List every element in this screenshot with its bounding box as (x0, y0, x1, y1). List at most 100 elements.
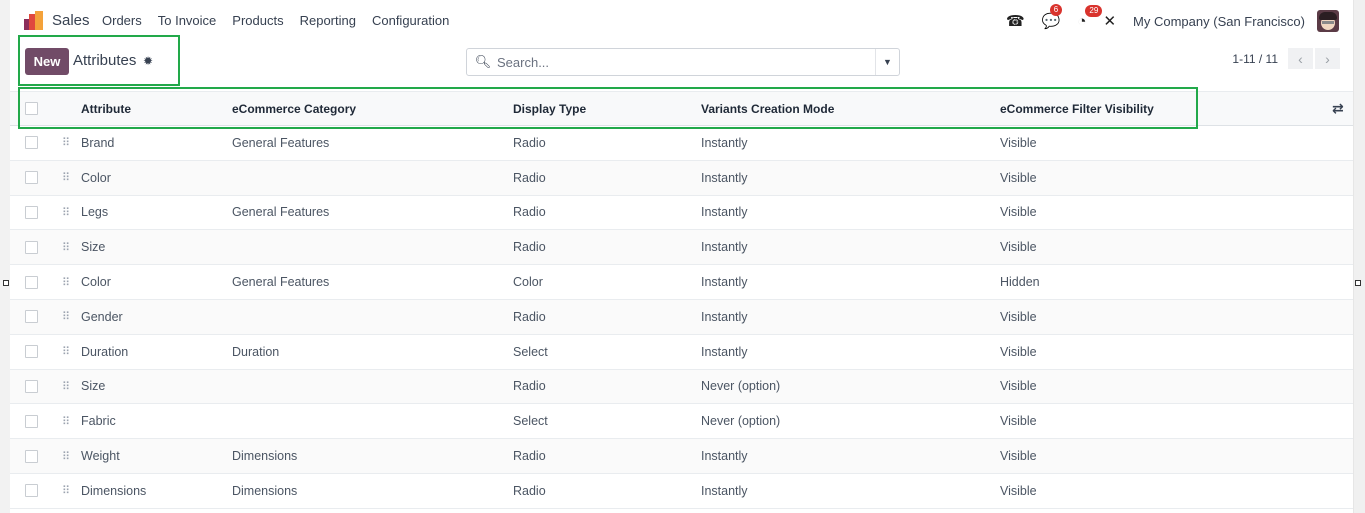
cell-ecommerce-category: General Features (232, 275, 330, 290)
row-checkbox[interactable] (25, 136, 38, 150)
column-header-display-type[interactable]: Display Type (513, 92, 586, 125)
drag-handle-icon[interactable]: ⠿ (62, 126, 70, 160)
column-header-attribute[interactable]: Attribute (81, 92, 131, 125)
drag-handle-icon[interactable]: ⠿ (62, 161, 70, 195)
table-row[interactable]: ⠿ Fabric Select Never (option) Visible (10, 404, 1353, 440)
drag-handle-icon[interactable]: ⠿ (62, 404, 70, 438)
cell-attribute: Fabric (81, 414, 116, 429)
row-checkbox[interactable] (25, 484, 38, 498)
table-row[interactable]: ⠿ Size Radio Never (option) Visible (10, 369, 1353, 405)
gear-icon[interactable]: ✹ (143, 54, 153, 68)
select-all-checkbox[interactable] (25, 102, 38, 115)
phone-icon[interactable]: ☎ (1006, 12, 1025, 30)
row-checkbox[interactable] (25, 345, 38, 359)
table-row[interactable]: ⠿ Dimensions Dimensions Radio Instantly Visib… (10, 474, 1353, 509)
cell-variants-creation-mode: Instantly (701, 449, 748, 464)
row-checkbox[interactable] (25, 379, 38, 393)
sales-app-logo-icon[interactable] (24, 11, 44, 30)
cell-attribute: Duration (81, 344, 129, 359)
cell-ecommerce-filter-visibility: Hidden (1000, 275, 1040, 290)
cell-ecommerce-filter-visibility: Visible (1000, 240, 1037, 255)
table-row[interactable]: ⠿ Size Radio Instantly Visible (10, 230, 1353, 266)
drag-handle-icon[interactable]: ⠿ (62, 196, 70, 230)
row-checkbox[interactable] (25, 275, 38, 289)
drag-handle-icon[interactable]: ⠿ (62, 474, 70, 508)
table-row[interactable]: ⠿ Color Radio Instantly Visible (10, 160, 1353, 196)
search-input[interactable] (493, 54, 875, 70)
cell-attribute: Color (81, 275, 111, 290)
cell-display-type: Color (513, 275, 543, 290)
table-row[interactable]: ⠿ Color General Features Color Instantly Hidd… (10, 265, 1353, 300)
menu-configuration[interactable]: Configuration (372, 13, 449, 28)
cell-display-type: Select (513, 344, 548, 359)
menu-to-invoice[interactable]: To Invoice (158, 13, 217, 28)
cell-ecommerce-category: General Features (232, 205, 330, 220)
scrollbar[interactable] (1353, 0, 1365, 513)
menu-orders[interactable]: Orders (102, 13, 142, 28)
row-checkbox[interactable] (25, 171, 38, 185)
cell-display-type: Radio (513, 240, 546, 255)
cell-ecommerce-filter-visibility: Visible (1000, 483, 1037, 498)
cell-ecommerce-category: Dimensions (232, 449, 298, 464)
drag-handle-icon[interactable]: ⠿ (62, 300, 70, 334)
new-button[interactable]: New (25, 48, 69, 75)
cell-variants-creation-mode: Instantly (701, 275, 748, 290)
menu-reporting[interactable]: Reporting (300, 13, 356, 28)
resize-handle-right[interactable] (1355, 280, 1361, 286)
tools-icon[interactable]: ✕ (1103, 12, 1116, 30)
table-row[interactable]: ⠿ Weight Dimensions Radio Instantly Visible (10, 439, 1353, 474)
table-row[interactable]: ⠿ Gender Radio Instantly Visible (10, 299, 1353, 335)
drag-handle-icon[interactable]: ⠿ (62, 370, 70, 404)
app-name[interactable]: Sales (52, 12, 90, 29)
column-header-ecommerce-filter-visibility[interactable]: eCommerce Filter Visibility (1000, 92, 1154, 125)
optional-columns-toggle-icon[interactable]: ⇄ (1332, 92, 1344, 125)
chat-icon[interactable]: 💬 6 (1042, 4, 1063, 30)
cell-variants-creation-mode: Never (option) (701, 379, 781, 394)
cell-ecommerce-filter-visibility: Visible (1000, 135, 1037, 150)
cell-attribute: Gender (81, 309, 123, 324)
cell-display-type: Radio (513, 483, 546, 498)
pager-value[interactable]: 1-11 / 11 (1232, 52, 1278, 66)
pager-previous-button[interactable]: ‹ (1288, 48, 1313, 69)
navbar: Sales Orders To Invoice Products Reporti… (10, 0, 1353, 42)
cell-variants-creation-mode: Instantly (701, 205, 748, 220)
search-options-toggle[interactable]: ▼ (875, 49, 899, 75)
table-row[interactable]: ⠿ Legs General Features Radio Instantly Visib… (10, 196, 1353, 231)
cell-variants-creation-mode: Instantly (701, 344, 748, 359)
drag-handle-icon[interactable]: ⠿ (62, 230, 70, 264)
table-body: ⠿ Brand General Features Radio Instantly Visi… (10, 126, 1353, 509)
resize-handle-left[interactable] (3, 280, 9, 286)
cell-display-type: Radio (513, 205, 546, 220)
column-header-ecommerce-category[interactable]: eCommerce Category (232, 92, 356, 125)
cell-attribute: Size (81, 379, 106, 394)
cell-ecommerce-filter-visibility: Visible (1000, 309, 1037, 324)
page: Sales Orders To Invoice Products Reporti… (10, 0, 1353, 513)
drag-handle-icon[interactable]: ⠿ (62, 265, 70, 299)
cell-display-type: Radio (513, 379, 546, 394)
drag-handle-icon[interactable]: ⠿ (62, 439, 70, 473)
messages-badge: 6 (1049, 4, 1063, 16)
nav-menu: Orders To Invoice Products Reporting Con… (102, 13, 465, 28)
column-header-variants-creation-mode[interactable]: Variants Creation Mode (701, 92, 834, 125)
pager-next-button[interactable]: › (1315, 48, 1340, 69)
cell-variants-creation-mode: Instantly (701, 135, 748, 150)
company-switcher[interactable]: My Company (San Francisco) (1133, 14, 1305, 29)
breadcrumb: Attributes (73, 52, 137, 69)
table-row[interactable]: ⠿ Duration Duration Select Instantly Visible (10, 335, 1353, 370)
row-checkbox[interactable] (25, 205, 38, 219)
table-row[interactable]: ⠿ Brand General Features Radio Instantly Visi… (10, 126, 1353, 161)
search-bar: 🔍︎ ▼ (466, 48, 900, 76)
cell-attribute: Brand (81, 135, 115, 150)
row-checkbox[interactable] (25, 414, 38, 428)
cell-attribute: Weight (81, 449, 120, 464)
row-checkbox[interactable] (25, 449, 38, 463)
cell-ecommerce-filter-visibility: Visible (1000, 205, 1037, 220)
clock-icon[interactable]: ◔ 29 (1077, 4, 1103, 30)
drag-handle-icon[interactable]: ⠿ (62, 335, 70, 369)
activities-badge: 29 (1085, 4, 1103, 17)
menu-products[interactable]: Products (232, 13, 283, 28)
cell-variants-creation-mode: Instantly (701, 309, 748, 324)
row-checkbox[interactable] (25, 240, 38, 254)
row-checkbox[interactable] (25, 310, 38, 324)
user-avatar[interactable] (1317, 10, 1339, 32)
